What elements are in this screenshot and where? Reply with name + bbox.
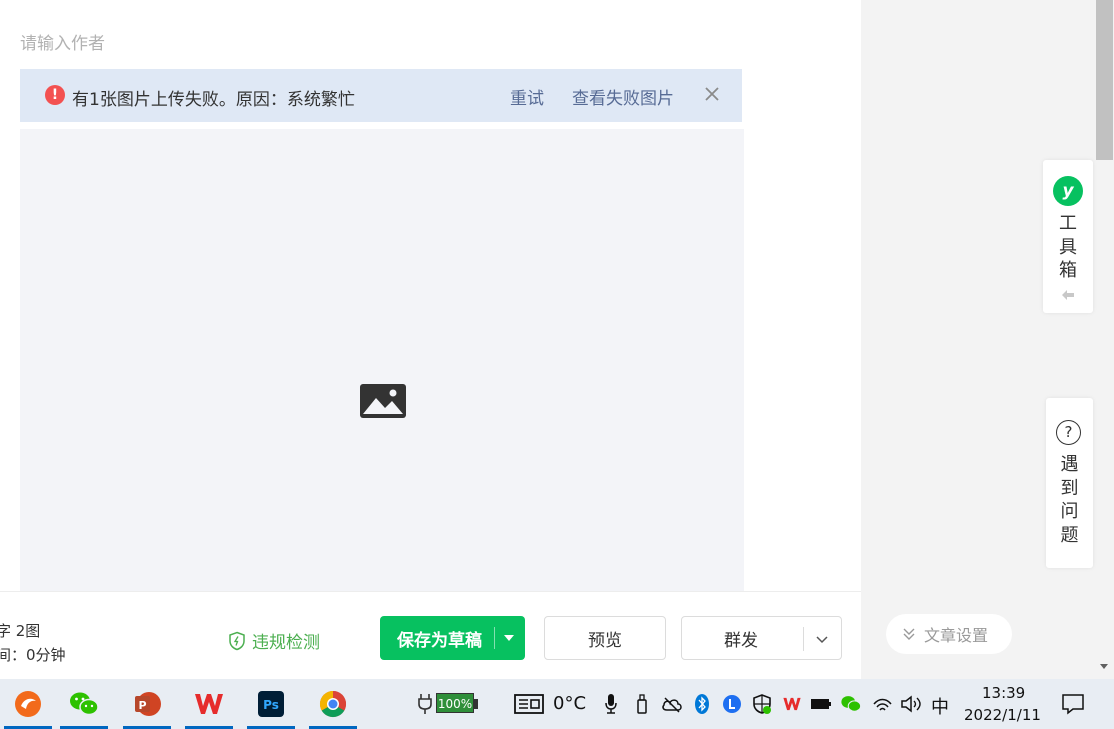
reading-time-value: 0分钟 bbox=[26, 646, 66, 664]
security-shield-icon[interactable] bbox=[750, 691, 774, 717]
reading-time-label: 间：0分钟 bbox=[0, 644, 66, 665]
article-settings-button[interactable]: 文章设置 bbox=[886, 614, 1012, 654]
help-char: 遇 bbox=[1060, 454, 1079, 475]
divider bbox=[494, 627, 495, 649]
powerpoint-icon: P bbox=[135, 692, 161, 716]
preview-label: 预览 bbox=[588, 630, 622, 651]
toolbox-char: 具 bbox=[1059, 236, 1077, 258]
author-input[interactable] bbox=[20, 30, 520, 58]
battery-level[interactable]: 100% bbox=[436, 693, 474, 713]
bluetooth-icon[interactable] bbox=[692, 691, 712, 717]
weather-temperature[interactable]: 0°C bbox=[553, 693, 586, 714]
orange-browser-icon bbox=[15, 691, 41, 717]
notification-icon[interactable] bbox=[1060, 691, 1086, 717]
chrome-icon bbox=[319, 690, 347, 718]
taskbar-app-photoshop[interactable]: Ps bbox=[243, 679, 299, 729]
alert-message: 有1张图片上传失败。原因：系统繁忙 bbox=[72, 90, 355, 110]
taskbar-app-wechat[interactable] bbox=[56, 679, 112, 729]
compliance-check-button[interactable]: 违规检测 bbox=[228, 628, 320, 653]
clock-date[interactable]: 2022/1/11 bbox=[964, 706, 1041, 724]
help-char: 问 bbox=[1060, 501, 1079, 522]
caret-down-icon[interactable] bbox=[504, 635, 514, 641]
microphone-icon[interactable] bbox=[601, 691, 621, 717]
toolbox-label: 工 具 箱 bbox=[1043, 212, 1093, 283]
reading-time-prefix: 间： bbox=[0, 646, 27, 664]
editor-footer: 字 2图 间：0分钟 违规检测 保存为草稿 预览 群发 bbox=[0, 591, 861, 680]
preview-button[interactable]: 预览 bbox=[544, 616, 666, 660]
l-app-icon[interactable] bbox=[721, 691, 743, 717]
toolbox-logo-icon: y bbox=[1053, 176, 1083, 206]
upload-failure-alert: ! 有1张图片上传失败。原因：系统繁忙 重试 查看失败图片 bbox=[20, 69, 742, 122]
image-placeholder[interactable] bbox=[20, 129, 744, 591]
divider bbox=[803, 627, 804, 651]
help-char: 到 bbox=[1060, 477, 1079, 499]
save-draft-button[interactable]: 保存为草稿 bbox=[380, 616, 525, 660]
wps-tray-icon[interactable] bbox=[781, 691, 803, 717]
mass-send-label: 群发 bbox=[724, 630, 758, 651]
shield-icon bbox=[229, 631, 245, 650]
wps-icon bbox=[195, 694, 223, 714]
volume-icon[interactable] bbox=[899, 691, 923, 717]
battery-tip-icon bbox=[474, 691, 478, 717]
svg-text:Ps: Ps bbox=[263, 698, 279, 712]
taskbar-app-chrome[interactable] bbox=[305, 679, 361, 729]
word-image-count: 字 2图 bbox=[0, 622, 41, 640]
taskbar-app-powerpoint[interactable]: P bbox=[119, 679, 175, 729]
error-icon: ! bbox=[45, 85, 65, 105]
clock-time[interactable]: 13:39 bbox=[982, 684, 1025, 702]
toolbox-char: 箱 bbox=[1059, 260, 1077, 281]
chevron-down-icon[interactable] bbox=[815, 631, 829, 651]
wechat-icon bbox=[70, 692, 99, 716]
battery-tray-icon[interactable] bbox=[810, 691, 832, 717]
article-settings-label: 文章设置 bbox=[924, 626, 989, 645]
news-widget-icon[interactable] bbox=[512, 691, 546, 717]
wechat-tray-icon[interactable] bbox=[839, 691, 863, 717]
cloud-sync-icon[interactable] bbox=[660, 691, 684, 717]
toolbox-char: 工 bbox=[1059, 213, 1077, 234]
windows-taskbar: P Ps 100% 0°C 中 13:39 2022/1/11 bbox=[0, 679, 1114, 729]
broken-image-icon bbox=[359, 383, 407, 423]
help-char: 题 bbox=[1060, 524, 1079, 546]
mass-send-button[interactable]: 群发 bbox=[681, 616, 842, 660]
arrow-left-icon bbox=[1061, 286, 1075, 305]
save-draft-label: 保存为草稿 bbox=[397, 630, 482, 651]
scrollbar-thumb[interactable] bbox=[1096, 0, 1113, 160]
input-method-indicator[interactable]: 中 bbox=[931, 693, 949, 719]
page-scrollbar[interactable] bbox=[1095, 0, 1114, 679]
help-panel-tab[interactable]: ? 遇 到 问 题 bbox=[1046, 398, 1093, 568]
usb-drive-icon[interactable] bbox=[632, 691, 652, 717]
editor-area: ! 有1张图片上传失败。原因：系统繁忙 重试 查看失败图片 bbox=[0, 0, 861, 591]
taskbar-app-browser[interactable] bbox=[0, 679, 56, 729]
question-icon: ? bbox=[1056, 420, 1081, 445]
photoshop-icon: Ps bbox=[258, 691, 284, 717]
retry-link[interactable]: 重试 bbox=[510, 84, 544, 109]
close-icon[interactable] bbox=[703, 84, 721, 104]
view-failed-images-link[interactable]: 查看失败图片 bbox=[572, 84, 674, 109]
toolbox-panel-tab[interactable]: y 工 具 箱 bbox=[1043, 160, 1093, 313]
wifi-icon[interactable] bbox=[871, 691, 893, 717]
taskbar-app-wps[interactable] bbox=[181, 679, 237, 729]
scroll-down-arrow-icon[interactable] bbox=[1100, 664, 1108, 669]
power-plug-icon[interactable] bbox=[414, 691, 436, 717]
compliance-check-label: 违规检测 bbox=[252, 633, 320, 653]
svg-text:P: P bbox=[138, 699, 146, 712]
help-label: 遇 到 问 题 bbox=[1046, 453, 1093, 547]
double-chevron-down-icon bbox=[903, 628, 915, 640]
